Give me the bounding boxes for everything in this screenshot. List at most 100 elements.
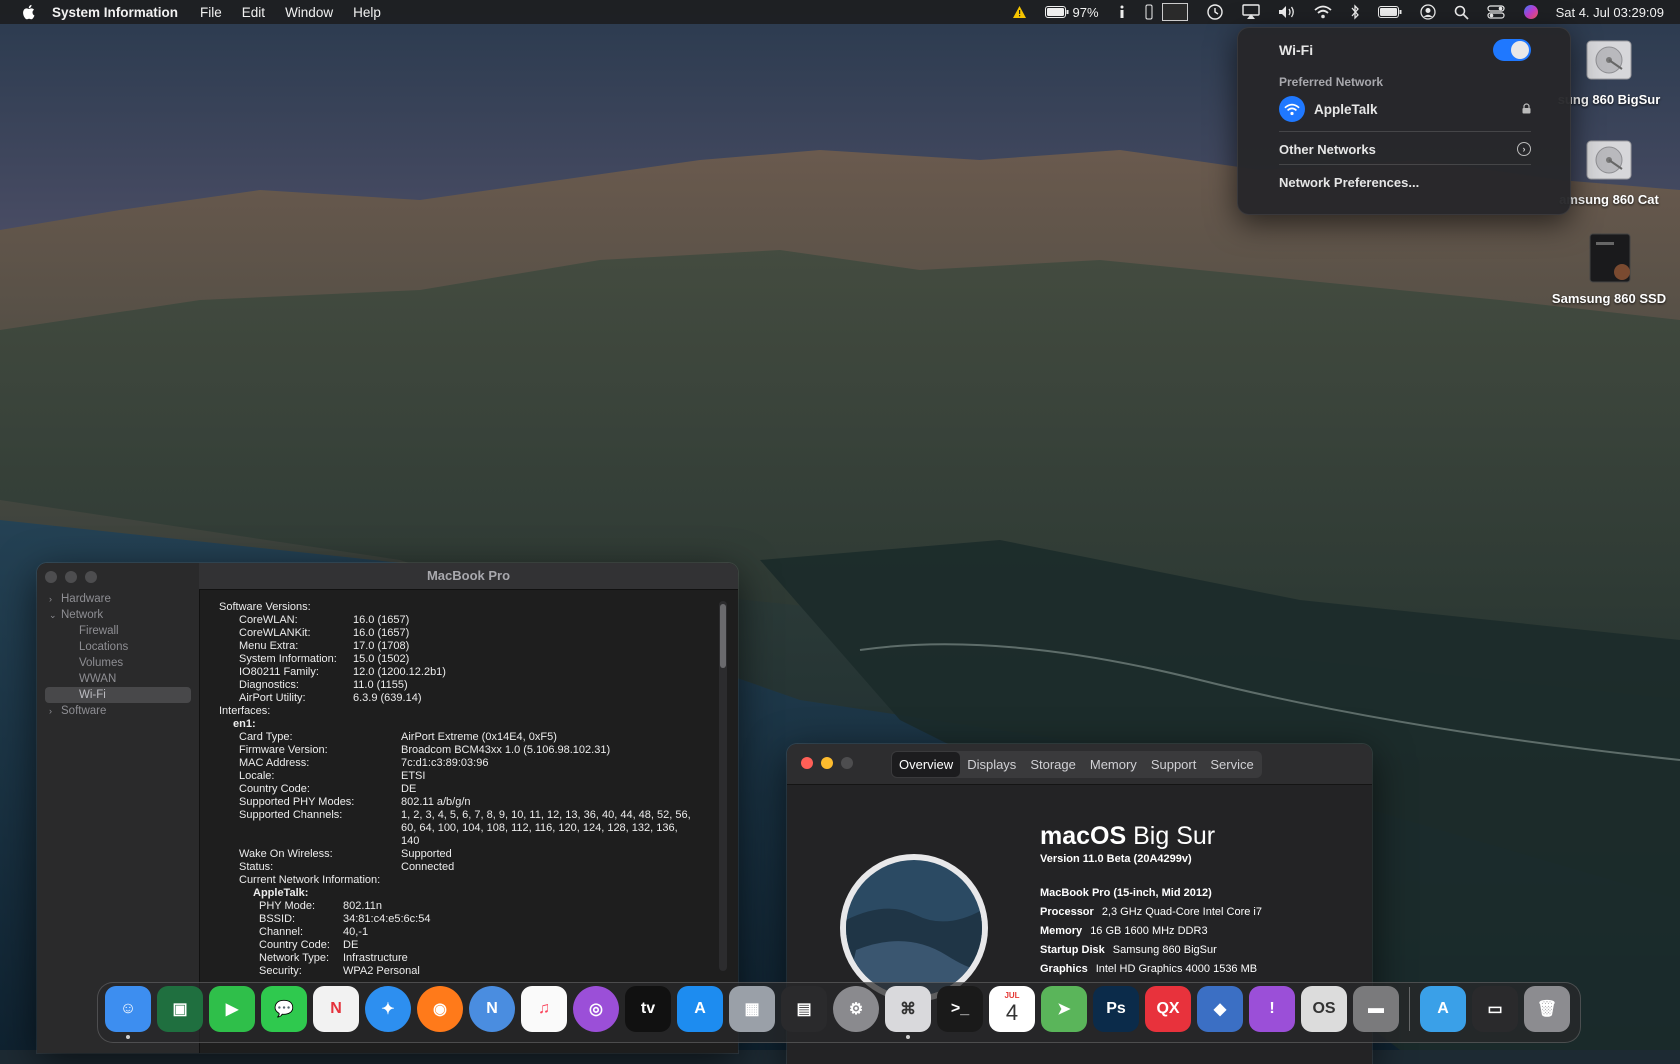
- dock-messages-icon[interactable]: 💬: [261, 986, 307, 1032]
- bluetooth-icon[interactable]: [1350, 4, 1360, 20]
- scrollbar-thumb[interactable]: [720, 604, 726, 668]
- tab-support[interactable]: Support: [1144, 752, 1204, 777]
- dock-screenshot-stack-icon[interactable]: ▭: [1472, 986, 1518, 1032]
- window-title: MacBook Pro: [199, 563, 738, 590]
- dock-maps-icon[interactable]: ➤: [1041, 986, 1087, 1032]
- network-preferences-item[interactable]: Network Preferences...: [1279, 170, 1531, 194]
- user-icon[interactable]: [1419, 4, 1436, 20]
- hard-drive-icon: [1586, 140, 1632, 180]
- sidebar-item-wi-fi[interactable]: Wi-Fi: [45, 687, 191, 703]
- detail-row: Country Code: DE: [219, 939, 708, 952]
- app-menu-title[interactable]: System Information: [52, 5, 178, 20]
- dock-icon-glyph: 🗑: [1536, 1001, 1558, 1018]
- dock-calendar-icon[interactable]: JUL 4: [989, 986, 1035, 1032]
- dock-firefox-icon[interactable]: ◉: [417, 986, 463, 1032]
- wifi-icon[interactable]: [1313, 5, 1332, 19]
- sidebar-item-locations[interactable]: Locations: [47, 639, 191, 655]
- spec-value: 16 GB 1600 MHz DDR3: [1090, 925, 1208, 937]
- menu-edit[interactable]: Edit: [242, 5, 265, 20]
- dock-trash-icon[interactable]: 🗑: [1524, 986, 1570, 1032]
- sidebar-item-hardware[interactable]: › Hardware: [47, 591, 191, 607]
- dock-tv-icon[interactable]: tv: [625, 986, 671, 1032]
- dock-icon-glyph: ▦: [744, 1001, 760, 1018]
- running-indicator: [126, 1035, 130, 1039]
- apple-menu-icon[interactable]: [20, 3, 38, 21]
- dock-news-icon[interactable]: N: [313, 986, 359, 1032]
- minimize-button[interactable]: [821, 757, 833, 769]
- dock-photo-booth-icon[interactable]: ▣: [157, 986, 203, 1032]
- zoom-button[interactable]: [85, 571, 97, 583]
- dock-printer-icon[interactable]: ▬: [1353, 986, 1399, 1032]
- minimize-button[interactable]: [65, 571, 77, 583]
- detail-key: System Information:: [239, 653, 337, 665]
- tab-service[interactable]: Service: [1203, 752, 1260, 777]
- sidebar-item-wwan[interactable]: WWAN: [47, 671, 191, 687]
- siri-icon[interactable]: [1523, 4, 1539, 20]
- dock-podcasts-icon[interactable]: ◎: [573, 986, 619, 1032]
- dock-feedback-assistant-icon[interactable]: !: [1249, 986, 1295, 1032]
- detail-row: Interfaces:: [219, 705, 708, 718]
- wifi-toggle[interactable]: [1493, 39, 1531, 61]
- menu-file[interactable]: File: [200, 5, 222, 20]
- dock-facetime-icon[interactable]: ▶: [209, 986, 255, 1032]
- tab-displays[interactable]: Displays: [960, 752, 1023, 777]
- detail-key: PHY Mode:: [259, 900, 316, 912]
- dock-system-information-icon[interactable]: ⌘: [885, 986, 931, 1039]
- dock-quarkxpress-icon[interactable]: QX: [1145, 986, 1191, 1032]
- detail-key: CoreWLANKit:: [239, 627, 311, 639]
- network-item-appletalk[interactable]: AppleTalk: [1279, 94, 1531, 124]
- sidebar-item-label: Hardware: [61, 593, 111, 605]
- dock-applications-folder-icon[interactable]: A: [1420, 986, 1466, 1032]
- disclosure-triangle-icon[interactable]: ›: [49, 703, 52, 719]
- disclosure-triangle-icon[interactable]: ⌄: [49, 607, 57, 623]
- detail-value: 16.0 (1657): [353, 627, 410, 639]
- dock-music-icon[interactable]: ♫: [521, 986, 567, 1032]
- search-icon[interactable]: [1454, 5, 1469, 20]
- dock-macos-installer-icon[interactable]: OS: [1301, 986, 1347, 1032]
- volume-icon[interactable]: [1278, 5, 1296, 19]
- dock-nova-icon[interactable]: N: [469, 986, 515, 1032]
- display-icon[interactable]: [1161, 3, 1188, 21]
- info-icon[interactable]: [1117, 5, 1127, 19]
- dock-launchpad-icon[interactable]: ▦: [729, 986, 775, 1032]
- spec-label: Graphics: [1040, 963, 1088, 975]
- warning-icon[interactable]: [1012, 5, 1027, 19]
- sidebar-item-software[interactable]: › Software: [47, 703, 191, 719]
- detail-row: Diagnostics: 11.0 (1155): [219, 679, 708, 692]
- menu-window[interactable]: Window: [285, 5, 333, 20]
- other-networks-item[interactable]: Other Networks ›: [1279, 137, 1531, 161]
- disclosure-triangle-icon[interactable]: ›: [49, 591, 52, 607]
- detail-key: Diagnostics:: [239, 679, 299, 691]
- dock-app-store-icon[interactable]: A: [677, 986, 723, 1032]
- menu-help[interactable]: Help: [353, 5, 381, 20]
- ssd-icon: [1589, 233, 1631, 283]
- tab-memory[interactable]: Memory: [1083, 752, 1144, 777]
- dock-finder-icon[interactable]: ☺: [105, 986, 151, 1039]
- sidebar-item-volumes[interactable]: Volumes: [47, 655, 191, 671]
- dock-mission-control-icon[interactable]: ▤: [781, 986, 827, 1032]
- system-information-window: › Hardware ⌄ Network Firewall Locations Volume…: [37, 563, 738, 1053]
- close-button[interactable]: [801, 757, 813, 769]
- battery-icon[interactable]: 97%: [1044, 5, 1099, 20]
- time-machine-icon[interactable]: [1206, 3, 1224, 21]
- sidebar-item-firewall[interactable]: Firewall: [47, 623, 191, 639]
- control-center-icon[interactable]: [1486, 5, 1505, 19]
- sidebar-item-network[interactable]: ⌄ Network: [47, 607, 191, 623]
- tab-storage[interactable]: Storage: [1023, 752, 1083, 777]
- battery-status-icon[interactable]: [1377, 6, 1402, 18]
- menubar-clock[interactable]: Sat 4. Jul 03:29:09: [1556, 5, 1664, 20]
- dock-icon-glyph: 💬: [274, 1001, 294, 1018]
- desktop-drive-ssd[interactable]: Samsung 860 SSD: [1549, 232, 1669, 306]
- zoom-button[interactable]: [841, 757, 853, 769]
- dock-terminal-icon[interactable]: >_: [937, 986, 983, 1032]
- usb-icon[interactable]: [1145, 4, 1153, 20]
- spec-row: MacBook Pro (15-inch, Mid 2012): [1040, 884, 1262, 903]
- dock-system-preferences-icon[interactable]: ⚙: [833, 986, 879, 1032]
- tab-overview[interactable]: Overview: [892, 752, 961, 777]
- scrollbar[interactable]: [719, 601, 727, 971]
- dock-photoshop-icon[interactable]: Ps: [1093, 986, 1139, 1032]
- close-button[interactable]: [45, 571, 57, 583]
- dock-vectorworks-icon[interactable]: ◆: [1197, 986, 1243, 1032]
- airplay-icon[interactable]: [1241, 4, 1260, 20]
- dock-safari-icon[interactable]: ✦: [365, 986, 411, 1032]
